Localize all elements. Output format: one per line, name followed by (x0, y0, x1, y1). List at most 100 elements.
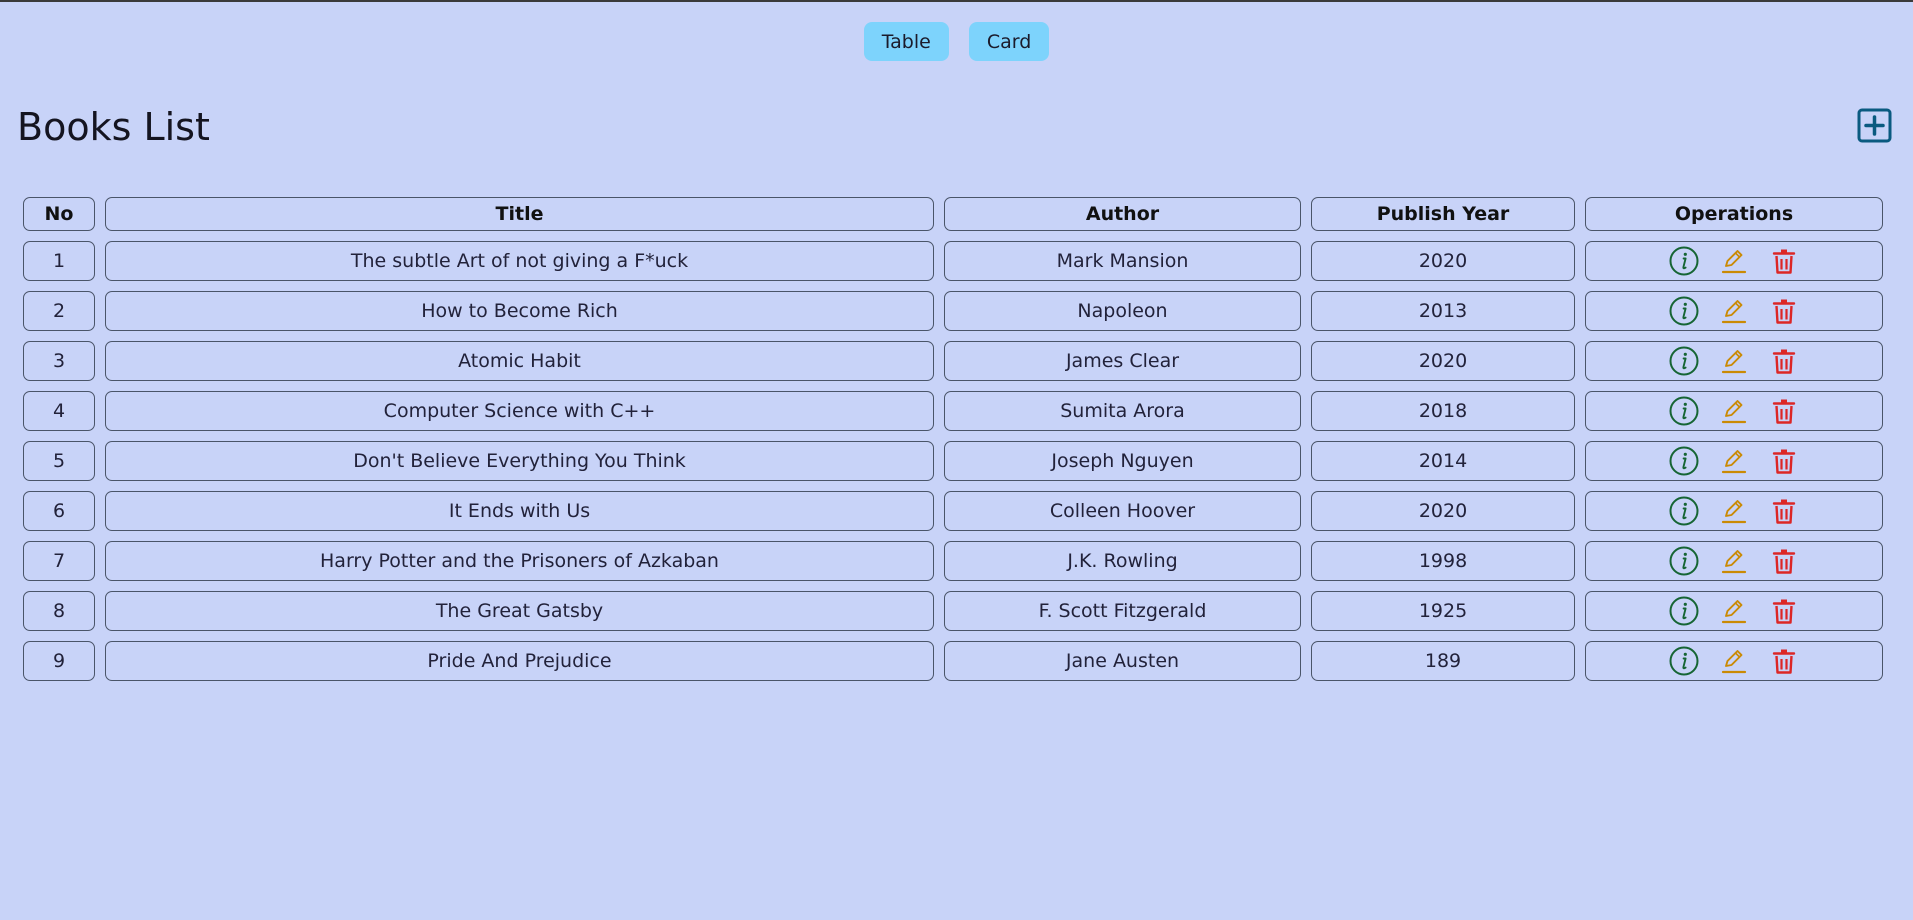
plus-square-icon (1857, 108, 1892, 143)
cell-operations (1585, 341, 1883, 381)
pencil-icon[interactable] (1717, 344, 1751, 378)
cell-publish-year: 189 (1311, 641, 1575, 681)
pencil-icon[interactable] (1717, 594, 1751, 628)
header-operations: Operations (1585, 197, 1883, 231)
trash-icon[interactable] (1767, 244, 1801, 278)
pencil-icon[interactable] (1717, 444, 1751, 478)
cell-no: 6 (23, 491, 95, 531)
pencil-icon[interactable] (1717, 544, 1751, 578)
books-table: No Title Author Publish Year Operations … (13, 187, 1893, 691)
info-circle-icon[interactable] (1667, 444, 1701, 478)
cell-publish-year: 1925 (1311, 591, 1575, 631)
cell-publish-year: 2014 (1311, 441, 1575, 481)
cell-author: Joseph Nguyen (944, 441, 1301, 481)
operations-group (1586, 592, 1882, 630)
header-title: Title (105, 197, 934, 231)
view-toggle: Table Card (0, 22, 1913, 61)
pencil-icon[interactable] (1717, 494, 1751, 528)
cell-title: How to Become Rich (105, 291, 934, 331)
cell-publish-year: 2013 (1311, 291, 1575, 331)
pencil-icon[interactable] (1717, 644, 1751, 678)
cell-title: The Great Gatsby (105, 591, 934, 631)
trash-icon[interactable] (1767, 644, 1801, 678)
operations-group (1586, 542, 1882, 580)
cell-no: 4 (23, 391, 95, 431)
cell-author: Colleen Hoover (944, 491, 1301, 531)
operations-group (1586, 392, 1882, 430)
trash-icon[interactable] (1767, 444, 1801, 478)
cell-title: Don't Believe Everything You Think (105, 441, 934, 481)
trash-icon[interactable] (1767, 544, 1801, 578)
header-author: Author (944, 197, 1301, 231)
table-row: 9 Pride And Prejudice Jane Austen 189 (23, 641, 1883, 681)
pencil-icon[interactable] (1717, 394, 1751, 428)
cell-publish-year: 2020 (1311, 241, 1575, 281)
cell-publish-year: 2020 (1311, 491, 1575, 531)
pencil-icon[interactable] (1717, 244, 1751, 278)
cell-operations (1585, 391, 1883, 431)
table-row: 7 Harry Potter and the Prisoners of Azkab… (23, 541, 1883, 581)
cell-title: Harry Potter and the Prisoners of Azkaba… (105, 541, 934, 581)
trash-icon[interactable] (1767, 594, 1801, 628)
pencil-icon[interactable] (1717, 294, 1751, 328)
info-circle-icon[interactable] (1667, 594, 1701, 628)
info-circle-icon[interactable] (1667, 394, 1701, 428)
cell-title: Computer Science with C++ (105, 391, 934, 431)
cell-no: 9 (23, 641, 95, 681)
table-row: 3 Atomic Habit James Clear 2020 (23, 341, 1883, 381)
table-row: 2 How to Become Rich Napoleon 2013 (23, 291, 1883, 331)
cell-title: It Ends with Us (105, 491, 934, 531)
operations-group (1586, 642, 1882, 680)
table-header-row: No Title Author Publish Year Operations (23, 197, 1883, 231)
trash-icon[interactable] (1767, 394, 1801, 428)
page-title: Books List (17, 105, 210, 149)
cell-author: James Clear (944, 341, 1301, 381)
cell-author: F. Scott Fitzgerald (944, 591, 1301, 631)
header-no: No (23, 197, 95, 231)
cell-author: Napoleon (944, 291, 1301, 331)
cell-operations (1585, 641, 1883, 681)
table-row: 4 Computer Science with C++ Sumita Arora 20… (23, 391, 1883, 431)
info-circle-icon[interactable] (1667, 344, 1701, 378)
cell-publish-year: 1998 (1311, 541, 1575, 581)
header-publish-year: Publish Year (1311, 197, 1575, 231)
table-row: 6 It Ends with Us Colleen Hoover 2020 (23, 491, 1883, 531)
cell-author: Mark Mansion (944, 241, 1301, 281)
cell-operations (1585, 241, 1883, 281)
info-circle-icon[interactable] (1667, 544, 1701, 578)
table-row: 1 The subtle Art of not giving a F*uck Mar… (23, 241, 1883, 281)
info-circle-icon[interactable] (1667, 644, 1701, 678)
table-view-button[interactable]: Table (863, 22, 949, 61)
info-circle-icon[interactable] (1667, 494, 1701, 528)
cell-no: 7 (23, 541, 95, 581)
cell-no: 2 (23, 291, 95, 331)
operations-group (1586, 492, 1882, 530)
cell-author: Jane Austen (944, 641, 1301, 681)
cell-publish-year: 2020 (1311, 341, 1575, 381)
cell-operations (1585, 441, 1883, 481)
operations-group (1586, 342, 1882, 380)
cell-title: Pride And Prejudice (105, 641, 934, 681)
trash-icon[interactable] (1767, 294, 1801, 328)
card-view-button[interactable]: Card (968, 22, 1050, 61)
operations-group (1586, 242, 1882, 280)
trash-icon[interactable] (1767, 344, 1801, 378)
table-row: 5 Don't Believe Everything You Think Josep… (23, 441, 1883, 481)
cell-operations (1585, 491, 1883, 531)
cell-operations (1585, 541, 1883, 581)
trash-icon[interactable] (1767, 494, 1801, 528)
cell-author: J.K. Rowling (944, 541, 1301, 581)
add-book-button[interactable] (1857, 108, 1892, 143)
cell-no: 1 (23, 241, 95, 281)
cell-author: Sumita Arora (944, 391, 1301, 431)
cell-title: Atomic Habit (105, 341, 934, 381)
info-circle-icon[interactable] (1667, 294, 1701, 328)
cell-no: 8 (23, 591, 95, 631)
operations-group (1586, 442, 1882, 480)
cell-operations (1585, 591, 1883, 631)
operations-group (1586, 292, 1882, 330)
books-table-container: No Title Author Publish Year Operations … (23, 197, 1891, 691)
cell-title: The subtle Art of not giving a F*uck (105, 241, 934, 281)
cell-operations (1585, 291, 1883, 331)
info-circle-icon[interactable] (1667, 244, 1701, 278)
